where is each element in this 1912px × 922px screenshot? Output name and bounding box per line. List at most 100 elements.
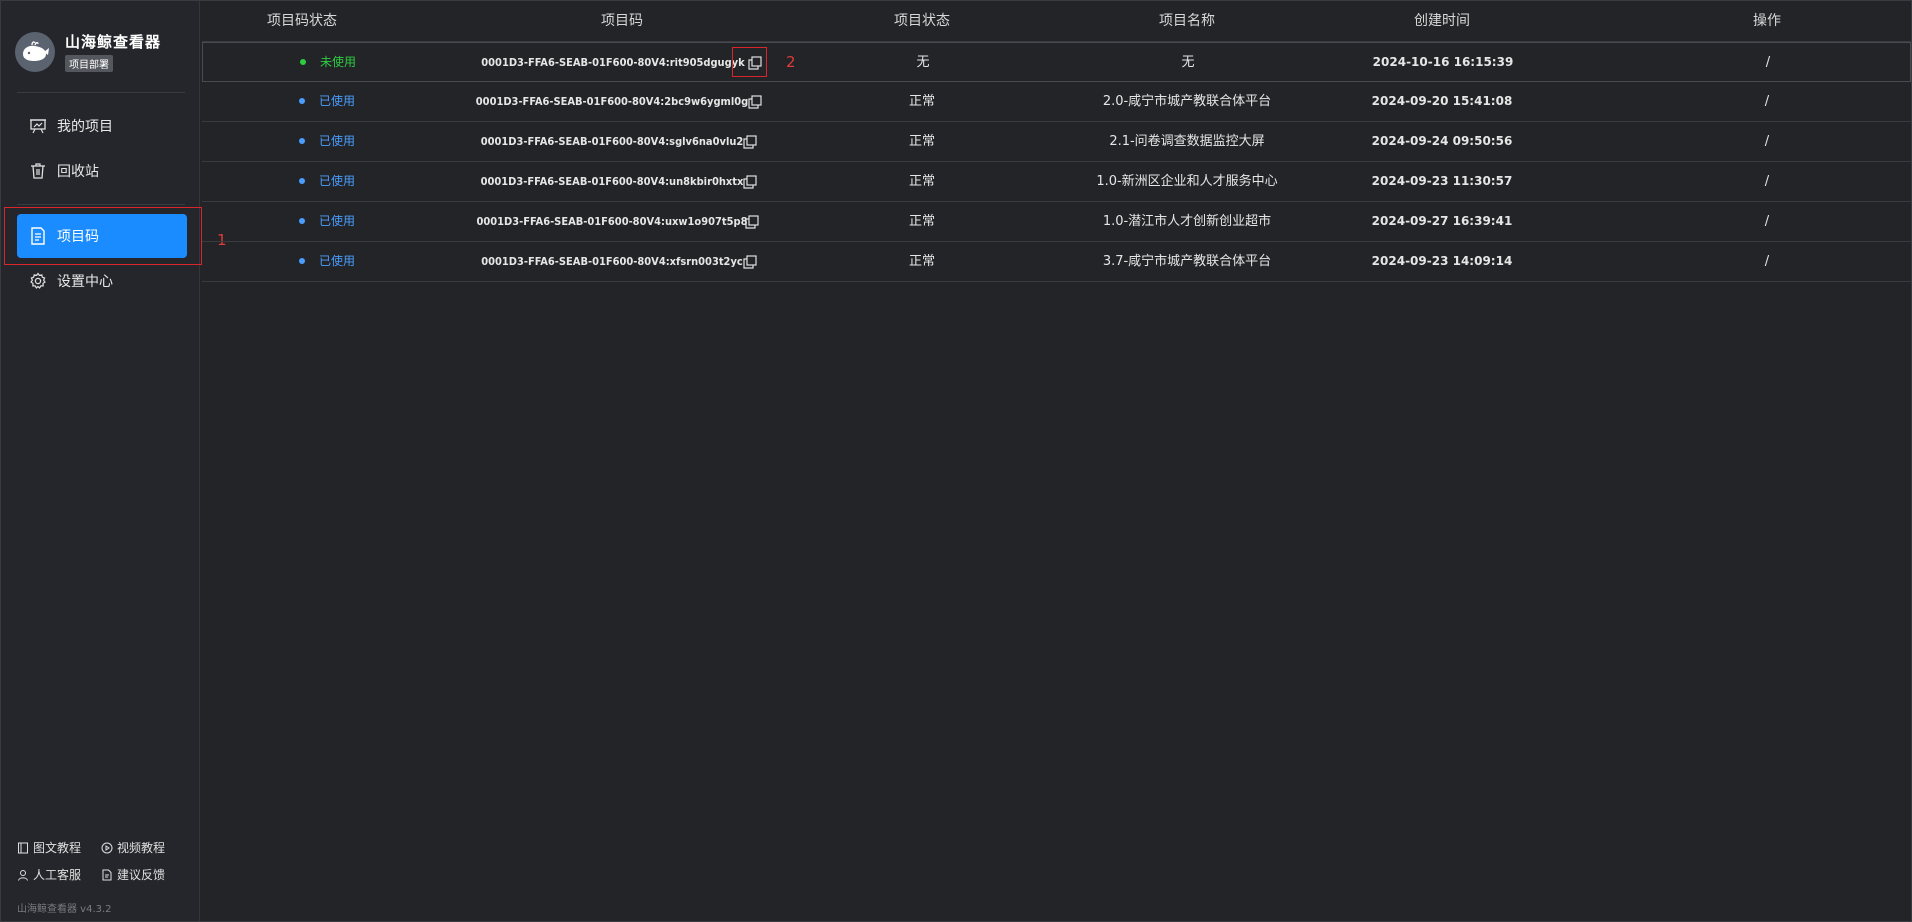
project-name: 1.0-潜江市人才创新创业超市 [1102, 214, 1272, 229]
code-status-label: 已使用 [319, 254, 356, 268]
created-time: 2024-09-24 09:50:56 [1371, 134, 1513, 148]
copy-icon[interactable] [747, 94, 763, 110]
project-code: 0001D3-FFA6-SEAB-01F600-80V4:rit905dgugy… [481, 56, 745, 69]
header-project-name: 项目名称 [1159, 13, 1215, 29]
action-link[interactable]: / [1667, 242, 1867, 281]
app-window: 山海鲸查看器 项目部署 我的项目 回收站 项目码 设置中心 图文教程 视频教程 … [0, 0, 1912, 922]
code-status-label: 已使用 [319, 94, 356, 108]
code-status: 已使用 [299, 202, 355, 241]
table-row: 已使用 0001D3-FFA6-SEAB-01F600-80V4:uxw1o907… [202, 202, 1911, 242]
project-status: 无 [916, 55, 930, 70]
status-dot-icon [299, 97, 305, 104]
code-status-label: 已使用 [319, 214, 356, 228]
code-status: 已使用 [299, 162, 355, 201]
code-status: 已使用 [299, 122, 355, 161]
video-tutorial-label: 视频教程 [117, 841, 166, 855]
created-time: 2024-09-23 14:09:14 [1371, 254, 1513, 268]
status-dot-icon [299, 257, 305, 264]
user-icon [18, 869, 28, 881]
project-status: 正常 [908, 134, 935, 149]
trash-icon [31, 163, 45, 179]
sidebar-item-settings[interactable]: 设置中心 [17, 259, 187, 303]
created-time: 2024-09-20 15:41:08 [1371, 94, 1513, 108]
header-created-time: 创建时间 [1414, 13, 1470, 29]
table-row: 已使用 0001D3-FFA6-SEAB-01F600-80V4:xfsrn003… [202, 242, 1911, 282]
tutorial-label: 图文教程 [33, 841, 82, 855]
feedback-label: 建议反馈 [117, 868, 166, 882]
table-header: 项目码状态 项目码 项目状态 项目名称 创建时间 操作 [202, 1, 1911, 42]
tutorial-link[interactable]: 图文教程 [17, 839, 101, 856]
copy-icon[interactable] [742, 254, 758, 270]
whale-logo-icon [15, 31, 55, 72]
sidebar-item-label: 回收站 [57, 164, 99, 180]
project-code: 0001D3-FFA6-SEAB-01F600-80V4:sglv6na0vlu… [480, 135, 744, 148]
action-link[interactable]: / [1667, 202, 1867, 241]
header-project-status: 项目状态 [894, 13, 950, 29]
brand: 山海鲸查看器 项目部署 [15, 31, 161, 72]
sidebar: 山海鲸查看器 项目部署 我的项目 回收站 项目码 设置中心 图文教程 视频教程 … [1, 1, 200, 921]
feedback-file-icon [102, 869, 112, 880]
copy-icon[interactable] [742, 134, 758, 150]
created-time: 2024-09-23 11:30:57 [1371, 174, 1513, 188]
book-icon [18, 842, 28, 853]
project-name: 1.0-新洲区企业和人才服务中心 [1096, 174, 1278, 189]
code-status: 已使用 [299, 82, 355, 121]
status-dot-icon [299, 217, 305, 224]
sidebar-footer: 图文教程 视频教程 人工客服 建议反馈 [17, 839, 187, 893]
action-link[interactable]: / [1667, 162, 1867, 201]
project-code: 0001D3-FFA6-SEAB-01F600-80V4:2bc9w6ygml0… [475, 95, 749, 108]
code-status-label: 已使用 [319, 134, 356, 148]
project-status: 正常 [908, 214, 935, 229]
created-time: 2024-10-16 16:15:39 [1372, 55, 1514, 69]
customer-service-link[interactable]: 人工客服 [17, 866, 101, 883]
table-row: 已使用 0001D3-FFA6-SEAB-01F600-80V4:2bc9w6yg… [202, 82, 1911, 122]
table-row: 已使用 0001D3-FFA6-SEAB-01F600-80V4:un8kbir0… [202, 162, 1911, 202]
video-tutorial-link[interactable]: 视频教程 [101, 839, 185, 856]
table-row: 未使用 0001D3-FFA6-SEAB-01F600-80V4:rit905dg… [202, 42, 1911, 82]
code-status: 未使用 [300, 43, 356, 82]
header-code: 项目码 [601, 13, 643, 29]
header-action: 操作 [1753, 13, 1781, 29]
sidebar-item-label: 我的项目 [57, 119, 113, 135]
deploy-tag: 项目部署 [65, 55, 113, 72]
project-status: 正常 [908, 174, 935, 189]
code-status-label: 未使用 [320, 55, 357, 69]
code-status-label: 已使用 [319, 174, 356, 188]
copy-icon[interactable] [744, 214, 760, 230]
sidebar-item-recycle-bin[interactable]: 回收站 [17, 149, 187, 193]
status-dot-icon [300, 58, 306, 65]
project-name: 2.0-咸宁市城产教联合体平台 [1102, 94, 1272, 109]
action-link[interactable]: / [1667, 82, 1867, 121]
project-code: 0001D3-FFA6-SEAB-01F600-80V4:un8kbir0hxt… [480, 175, 744, 188]
feedback-link[interactable]: 建议反馈 [101, 866, 185, 883]
project-status: 正常 [908, 254, 935, 269]
annotation-label-2: 2 [786, 53, 796, 71]
sidebar-divider [17, 204, 185, 205]
project-code-table: 项目码状态 项目码 项目状态 项目名称 创建时间 操作 未使用 0001D3-FF… [202, 1, 1911, 921]
status-dot-icon [299, 137, 305, 144]
sidebar-item-label: 设置中心 [57, 274, 113, 290]
project-name: 2.1-问卷调查数据监控大屏 [1109, 134, 1265, 149]
action-link[interactable]: / [1667, 122, 1867, 161]
gear-icon [30, 272, 46, 289]
created-time: 2024-09-27 16:39:41 [1371, 214, 1513, 228]
customer-service-label: 人工客服 [33, 868, 82, 882]
annotation-box-2 [732, 47, 767, 77]
annotation-box-1 [4, 207, 202, 265]
project-code: 0001D3-FFA6-SEAB-01F600-80V4:xfsrn003t2y… [481, 255, 743, 268]
copy-icon[interactable] [742, 174, 758, 190]
app-title: 山海鲸查看器 [65, 33, 162, 51]
version-text: 山海鲸查看器 v4.3.2 [17, 904, 112, 915]
project-name: 3.7-咸宁市城产教联合体平台 [1102, 254, 1272, 269]
code-status: 已使用 [299, 242, 355, 281]
presentation-board-icon [30, 119, 46, 134]
sidebar-divider [17, 92, 185, 93]
status-dot-icon [299, 177, 305, 184]
project-status: 正常 [908, 94, 935, 109]
project-name: 无 [1181, 55, 1195, 70]
action-link[interactable]: / [1668, 43, 1868, 82]
header-code-status: 项目码状态 [267, 13, 337, 29]
play-circle-icon [101, 842, 113, 853]
table-row: 已使用 0001D3-FFA6-SEAB-01F600-80V4:sglv6na0… [202, 122, 1911, 162]
sidebar-item-my-projects[interactable]: 我的项目 [17, 104, 187, 148]
